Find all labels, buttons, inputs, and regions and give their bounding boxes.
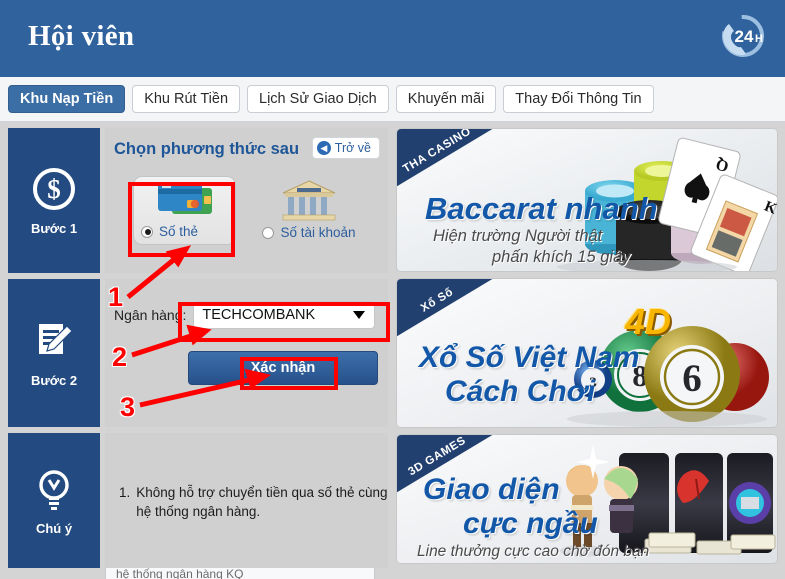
payment-method-card[interactable]: Số thẻ: [133, 176, 236, 245]
banner-headline: Baccarat nhanh: [425, 191, 658, 226]
credit-cards-icon: [154, 180, 216, 227]
banner-xo-so[interactable]: 8 3 6 Xổ Số 4D Xổ Số Việt Nam Cách Chơi: [396, 278, 778, 428]
form-pencil-icon: [31, 318, 77, 364]
form-panel: Chọn phương thức sau ◀ Trở về Số thẻ Số …: [105, 128, 388, 579]
bank-select[interactable]: TECHCOMBANK: [193, 301, 376, 329]
banner-subline-2: phấn khích 15 giây: [492, 248, 631, 266]
payment-method-list: Số thẻ Số tài khoản: [105, 176, 388, 245]
payment-method-label: Số tài khoản: [280, 225, 356, 240]
svg-text:24: 24: [735, 27, 754, 46]
back-button-label: Trở về: [334, 141, 371, 155]
tab-khu-rut-tien[interactable]: Khu Rút Tiền: [132, 85, 241, 113]
banner-tha-casino[interactable]: Q K THA CASINO Baccarat nhanh Hiện trườn…: [396, 128, 778, 272]
bank-form-panel: Ngân hàng: TECHCOMBANK Xác nhận: [105, 279, 388, 427]
bank-building-icon: [279, 179, 339, 228]
svg-text:$: $: [47, 174, 61, 204]
page-title: Hội viên: [28, 20, 135, 52]
banner-headline-2: cực ngầu: [463, 507, 598, 540]
step-3-label: Chú ý: [35, 520, 73, 536]
step-3-block: Chú ý: [8, 433, 100, 568]
step-1-block: $ Bước 1: [8, 128, 100, 273]
step-2-label: Bước 2: [30, 373, 78, 388]
lightbulb-icon: [31, 466, 77, 512]
banner-3d-games[interactable]: 3D GAMES Giao diện cực ngầu Line thưởng …: [396, 434, 778, 564]
payment-method-radio-so-tai-khoan[interactable]: [262, 226, 275, 239]
chevron-down-icon: [353, 311, 366, 319]
chevron-left-icon: ◀: [316, 141, 331, 155]
bank-form-row: Ngân hàng: TECHCOMBANK: [114, 301, 376, 329]
tab-khuyen-mai[interactable]: Khuyến mãi: [395, 85, 497, 113]
tab-thay-doi-thong-tin[interactable]: Thay Đổi Thông Tin: [503, 85, 654, 113]
svg-text:6: 6: [682, 357, 702, 400]
panel-title: Chọn phương thức sau: [114, 140, 300, 158]
step-sidebar: $ Bước 1 Bước 2 Chú ý: [8, 128, 100, 574]
notes-panel: 1. Không hỗ trợ chuyển tiền qua số thẻ c…: [105, 433, 388, 579]
payment-method-radio-so-the[interactable]: [141, 225, 153, 238]
tab-bar: Khu Nạp Tiền Khu Rút Tiền Lịch Sử Giao D…: [0, 77, 785, 122]
page-header: Hội viên 24 H: [0, 0, 785, 77]
dollar-circle-icon: $: [31, 166, 77, 212]
step-1-label: Bước 1: [30, 220, 78, 236]
banner-headline-1: Xổ Số Việt Nam: [419, 341, 640, 374]
payment-method-panel: Chọn phương thức sau ◀ Trở về Số thẻ Số …: [105, 128, 388, 273]
back-button[interactable]: ◀ Trở về: [311, 137, 380, 159]
tab-lich-su-giao-dich[interactable]: Lịch Sử Giao Dịch: [247, 85, 389, 113]
content-area: $ Bước 1 Bước 2 Chú ý Chọn phương thức s…: [0, 123, 785, 579]
banner-badge-4d: 4D: [625, 301, 672, 342]
payment-method-label: Số thẻ: [159, 224, 199, 239]
confirm-button[interactable]: Xác nhận: [188, 351, 378, 385]
payment-method-account[interactable]: Số tài khoản: [254, 176, 364, 245]
banner-headline-1: Giao diện: [423, 473, 560, 506]
cut-off-text: hệ thống ngân hàng KQ: [105, 568, 375, 579]
banner-subline-1: Hiện trường Người thật: [433, 227, 603, 245]
tab-khu-nap-tien[interactable]: Khu Nạp Tiền: [8, 85, 126, 113]
bank-select-value: TECHCOMBANK: [202, 307, 316, 323]
support-24h-icon[interactable]: 24 H: [713, 10, 769, 66]
note-number: 1.: [119, 485, 131, 500]
step-2-block: Bước 2: [8, 279, 100, 427]
promo-banner-list: Q K THA CASINO Baccarat nhanh Hiện trườn…: [396, 128, 778, 570]
note-item: 1. Không hỗ trợ chuyển tiền qua số thẻ c…: [119, 483, 388, 521]
svg-text:H: H: [755, 33, 763, 45]
banner-subline: Line thưởng cực cao chờ đón bạn: [417, 543, 650, 560]
banner-headline-2: Cách Chơi: [445, 375, 596, 408]
note-text: Không hỗ trợ chuyển tiền qua số thẻ cùng…: [136, 485, 388, 519]
bank-select-label: Ngân hàng:: [114, 307, 187, 323]
